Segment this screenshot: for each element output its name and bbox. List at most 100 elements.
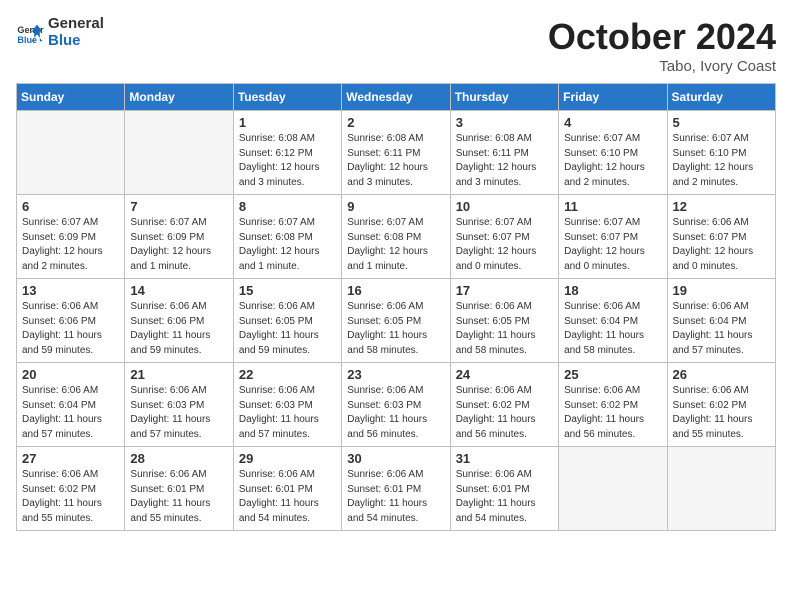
cell-sun-info: Sunrise: 6:07 AMSunset: 6:09 PMDaylight:… — [22, 216, 119, 274]
calendar-cell: 1 Sunrise: 6:08 AMSunset: 6:12 PMDaylight… — [233, 111, 341, 195]
month-title: October 2024 — [548, 16, 776, 58]
day-number: 30 — [347, 451, 444, 466]
calendar-cell — [125, 111, 233, 195]
calendar-cell: 12 Sunrise: 6:06 AMSunset: 6:07 PMDayligh… — [667, 195, 775, 279]
calendar-cell: 6Sunrise: 6:07 AMSunset: 6:09 PMDaylight… — [17, 195, 125, 279]
calendar-cell — [17, 111, 125, 195]
weekday-header-row: SundayMondayTuesdayWednesdayThursdayFrid… — [17, 84, 776, 111]
cell-sun-info: Sunrise: 6:06 AMSunset: 6:02 PMDaylight:… — [456, 384, 553, 442]
calendar-week-5: 27Sunrise: 6:06 AMSunset: 6:02 PMDayligh… — [17, 447, 776, 531]
calendar-cell: 24 Sunrise: 6:06 AMSunset: 6:02 PMDayligh… — [450, 363, 558, 447]
cell-sun-info: Sunrise: 6:08 AMSunset: 6:11 PMDaylight:… — [456, 132, 553, 190]
day-number: 23 — [347, 367, 444, 382]
page-header: General Blue General Blue October 2024 T… — [16, 16, 776, 75]
calendar-cell: 21Sunrise: 6:06 AMSunset: 6:03 PMDayligh… — [125, 363, 233, 447]
calendar-cell: 30 Sunrise: 6:06 AMSunset: 6:01 PMDayligh… — [342, 447, 450, 531]
logo: General Blue General Blue — [16, 16, 104, 49]
cell-sun-info: Sunrise: 6:06 AMSunset: 6:03 PMDaylight:… — [239, 384, 336, 442]
cell-sun-info: Sunrise: 6:06 AMSunset: 6:05 PMDaylight:… — [239, 300, 336, 358]
day-number: 26 — [673, 367, 770, 382]
day-number: 14 — [130, 283, 227, 298]
cell-sun-info: Sunrise: 6:07 AMSunset: 6:08 PMDaylight:… — [347, 216, 444, 274]
calendar-cell: 5 Sunrise: 6:07 AMSunset: 6:10 PMDaylight… — [667, 111, 775, 195]
calendar-cell — [667, 447, 775, 531]
logo-text-general: General — [48, 16, 104, 33]
calendar-cell: 10 Sunrise: 6:07 AMSunset: 6:07 PMDayligh… — [450, 195, 558, 279]
weekday-sunday: Sunday — [17, 84, 125, 111]
calendar-title-area: October 2024 Tabo, Ivory Coast — [548, 16, 776, 75]
cell-sun-info: Sunrise: 6:06 AMSunset: 6:02 PMDaylight:… — [564, 384, 661, 442]
calendar-cell: 18Sunrise: 6:06 AMSunset: 6:04 PMDayligh… — [559, 279, 667, 363]
cell-sun-info: Sunrise: 6:06 AMSunset: 6:03 PMDaylight:… — [347, 384, 444, 442]
day-number: 9 — [347, 199, 444, 214]
cell-sun-info: Sunrise: 6:06 AMSunset: 6:02 PMDaylight:… — [673, 384, 770, 442]
cell-sun-info: Sunrise: 6:06 AMSunset: 6:01 PMDaylight:… — [239, 468, 336, 526]
calendar-cell: 14 Sunrise: 6:06 AMSunset: 6:06 PMDayligh… — [125, 279, 233, 363]
calendar-cell: 23 Sunrise: 6:06 AMSunset: 6:03 PMDayligh… — [342, 363, 450, 447]
calendar-cell: 13 Sunrise: 6:06 AMSunset: 6:06 PMDayligh… — [17, 279, 125, 363]
location-title: Tabo, Ivory Coast — [548, 58, 776, 75]
cell-sun-info: Sunrise: 6:06 AMSunset: 6:04 PMDaylight:… — [673, 300, 770, 358]
cell-sun-info: Sunrise: 6:06 AMSunset: 6:07 PMDaylight:… — [673, 216, 770, 274]
cell-sun-info: Sunrise: 6:07 AMSunset: 6:10 PMDaylight:… — [673, 132, 770, 190]
day-number: 1 — [239, 115, 336, 130]
calendar-cell: 17Sunrise: 6:06 AMSunset: 6:05 PMDayligh… — [450, 279, 558, 363]
day-number: 13 — [22, 283, 119, 298]
logo-icon: General Blue — [16, 19, 44, 47]
cell-sun-info: Sunrise: 6:06 AMSunset: 6:06 PMDaylight:… — [22, 300, 119, 358]
day-number: 25 — [564, 367, 661, 382]
calendar-cell: 4 Sunrise: 6:07 AMSunset: 6:10 PMDaylight… — [559, 111, 667, 195]
day-number: 7 — [130, 199, 227, 214]
weekday-wednesday: Wednesday — [342, 84, 450, 111]
cell-sun-info: Sunrise: 6:07 AMSunset: 6:09 PMDaylight:… — [130, 216, 227, 274]
day-number: 28 — [130, 451, 227, 466]
day-number: 12 — [673, 199, 770, 214]
cell-sun-info: Sunrise: 6:06 AMSunset: 6:03 PMDaylight:… — [130, 384, 227, 442]
logo-text-blue: Blue — [48, 33, 104, 50]
day-number: 17 — [456, 283, 553, 298]
day-number: 16 — [347, 283, 444, 298]
day-number: 19 — [673, 283, 770, 298]
calendar-cell: 8Sunrise: 6:07 AMSunset: 6:08 PMDaylight… — [233, 195, 341, 279]
calendar-cell: 28 Sunrise: 6:06 AMSunset: 6:01 PMDayligh… — [125, 447, 233, 531]
cell-sun-info: Sunrise: 6:07 AMSunset: 6:10 PMDaylight:… — [564, 132, 661, 190]
calendar-cell: 26 Sunrise: 6:06 AMSunset: 6:02 PMDayligh… — [667, 363, 775, 447]
weekday-thursday: Thursday — [450, 84, 558, 111]
calendar-cell: 9 Sunrise: 6:07 AMSunset: 6:08 PMDaylight… — [342, 195, 450, 279]
day-number: 2 — [347, 115, 444, 130]
day-number: 15 — [239, 283, 336, 298]
calendar-cell: 22Sunrise: 6:06 AMSunset: 6:03 PMDayligh… — [233, 363, 341, 447]
calendar-cell: 20 Sunrise: 6:06 AMSunset: 6:04 PMDayligh… — [17, 363, 125, 447]
calendar-cell: 3 Sunrise: 6:08 AMSunset: 6:11 PMDaylight… — [450, 111, 558, 195]
cell-sun-info: Sunrise: 6:07 AMSunset: 6:07 PMDaylight:… — [564, 216, 661, 274]
weekday-tuesday: Tuesday — [233, 84, 341, 111]
cell-sun-info: Sunrise: 6:06 AMSunset: 6:04 PMDaylight:… — [22, 384, 119, 442]
calendar-cell: 19 Sunrise: 6:06 AMSunset: 6:04 PMDayligh… — [667, 279, 775, 363]
cell-sun-info: Sunrise: 6:06 AMSunset: 6:01 PMDaylight:… — [347, 468, 444, 526]
weekday-monday: Monday — [125, 84, 233, 111]
cell-sun-info: Sunrise: 6:06 AMSunset: 6:01 PMDaylight:… — [130, 468, 227, 526]
calendar-cell: 25 Sunrise: 6:06 AMSunset: 6:02 PMDayligh… — [559, 363, 667, 447]
cell-sun-info: Sunrise: 6:07 AMSunset: 6:07 PMDaylight:… — [456, 216, 553, 274]
calendar-week-1: 1 Sunrise: 6:08 AMSunset: 6:12 PMDaylight… — [17, 111, 776, 195]
day-number: 20 — [22, 367, 119, 382]
cell-sun-info: Sunrise: 6:08 AMSunset: 6:12 PMDaylight:… — [239, 132, 336, 190]
day-number: 10 — [456, 199, 553, 214]
day-number: 31 — [456, 451, 553, 466]
cell-sun-info: Sunrise: 6:08 AMSunset: 6:11 PMDaylight:… — [347, 132, 444, 190]
day-number: 18 — [564, 283, 661, 298]
cell-sun-info: Sunrise: 6:06 AMSunset: 6:01 PMDaylight:… — [456, 468, 553, 526]
cell-sun-info: Sunrise: 6:07 AMSunset: 6:08 PMDaylight:… — [239, 216, 336, 274]
calendar-cell: 2 Sunrise: 6:08 AMSunset: 6:11 PMDaylight… — [342, 111, 450, 195]
day-number: 11 — [564, 199, 661, 214]
day-number: 24 — [456, 367, 553, 382]
calendar-cell: 29Sunrise: 6:06 AMSunset: 6:01 PMDayligh… — [233, 447, 341, 531]
weekday-saturday: Saturday — [667, 84, 775, 111]
day-number: 4 — [564, 115, 661, 130]
day-number: 3 — [456, 115, 553, 130]
calendar-week-4: 20 Sunrise: 6:06 AMSunset: 6:04 PMDayligh… — [17, 363, 776, 447]
cell-sun-info: Sunrise: 6:06 AMSunset: 6:06 PMDaylight:… — [130, 300, 227, 358]
day-number: 5 — [673, 115, 770, 130]
cell-sun-info: Sunrise: 6:06 AMSunset: 6:05 PMDaylight:… — [347, 300, 444, 358]
weekday-friday: Friday — [559, 84, 667, 111]
